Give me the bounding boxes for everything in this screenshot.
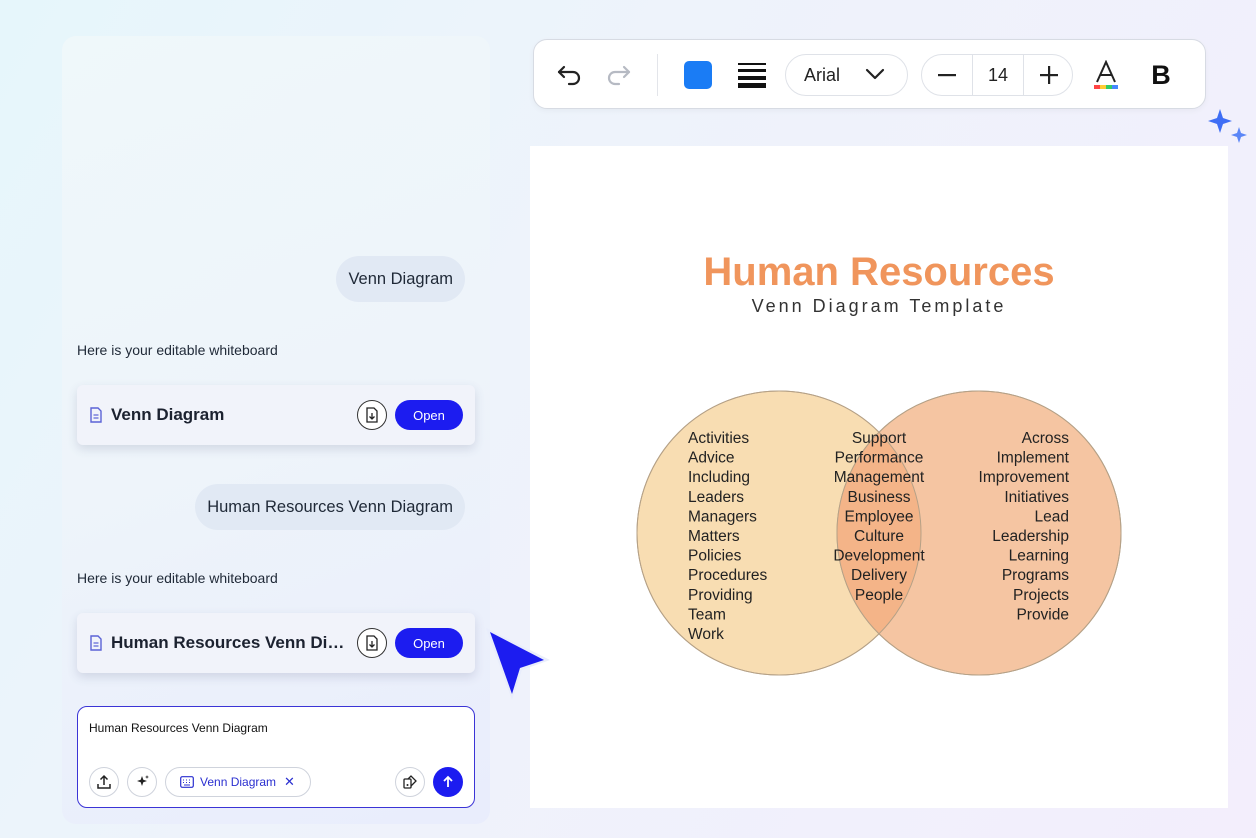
file-title: Human Resources Venn Diagram	[111, 633, 351, 652]
sparkle-icon	[137, 775, 149, 786]
file-title: Venn Diagram	[111, 405, 225, 424]
chat-panel: Venn Diagram Here is your editable white…	[62, 36, 490, 824]
venn-item: Managers	[688, 508, 757, 525]
text-color-icon	[1094, 60, 1118, 89]
file-card[interactable]: Venn Diagram Open	[77, 385, 475, 445]
venn-item: Development	[833, 548, 925, 565]
venn-diagram: Human Resources Venn Diagram Template Ac…	[636, 250, 1122, 676]
send-button[interactable]	[433, 767, 463, 797]
text-color-button[interactable]	[1091, 60, 1121, 90]
format-toolbar: Arial 14 B	[533, 39, 1206, 109]
venn-item: Including	[688, 469, 750, 486]
font-family-select[interactable]: Arial	[785, 54, 908, 96]
fill-color-button[interactable]	[684, 61, 712, 89]
venn-item: Initiatives	[1004, 489, 1069, 506]
assistant-message: Here is your editable whiteboard	[77, 342, 278, 358]
download-file-icon	[366, 635, 378, 651]
line-style-icon	[738, 63, 766, 88]
magic-button[interactable]	[127, 767, 157, 797]
chip-label: Venn Diagram	[200, 775, 277, 789]
style-button[interactable]	[395, 767, 425, 797]
document-icon	[90, 407, 102, 423]
venn-item: Programs	[1002, 567, 1069, 584]
chat-input[interactable]: Human Resources Venn Diagram Venn Diagra…	[77, 706, 475, 808]
venn-item: Advice	[688, 450, 735, 467]
increase-size-button[interactable]	[1024, 55, 1074, 95]
venn-item: Leadership	[992, 528, 1069, 545]
palette-icon	[403, 775, 417, 789]
document-icon	[90, 635, 102, 651]
user-message: Human Resources Venn Diagram	[195, 484, 465, 530]
open-button[interactable]: Open	[395, 628, 463, 658]
venn-item: People	[855, 587, 903, 604]
venn-item: Culture	[854, 528, 904, 545]
undo-button[interactable]	[556, 62, 584, 88]
minus-icon	[938, 74, 956, 77]
close-icon[interactable]: ✕	[284, 774, 295, 790]
venn-item: Leaders	[688, 489, 744, 506]
redo-icon	[607, 65, 631, 86]
upload-button[interactable]	[89, 767, 119, 797]
venn-item: Procedures	[688, 567, 768, 584]
venn-item: Lead	[1035, 508, 1069, 525]
cursor-pointer-icon	[486, 628, 550, 700]
venn-item: Provide	[1016, 606, 1069, 623]
diagram-subtitle: Venn Diagram Template	[752, 296, 1007, 316]
venn-item: Improvement	[979, 469, 1070, 486]
sparkle-decoration-icon	[1208, 109, 1247, 143]
download-file-icon	[366, 407, 378, 423]
venn-item: Implement	[997, 450, 1070, 467]
venn-item: Support	[852, 430, 907, 447]
toolbar-divider	[657, 54, 658, 96]
plus-icon	[1040, 66, 1058, 84]
venn-item: Work	[688, 626, 724, 643]
font-size-value[interactable]: 14	[972, 55, 1024, 95]
assistant-message: Here is your editable whiteboard	[77, 570, 278, 586]
diagram-title: Human Resources	[703, 250, 1054, 294]
venn-item: Team	[688, 606, 726, 623]
redo-button[interactable]	[604, 62, 632, 88]
template-chip[interactable]: Venn Diagram ✕	[165, 767, 311, 797]
user-message: Venn Diagram	[336, 256, 465, 302]
font-family-value: Arial	[804, 64, 841, 85]
venn-item: Matters	[688, 528, 740, 545]
undo-icon	[557, 65, 581, 86]
venn-item: Across	[1022, 430, 1070, 447]
bold-button[interactable]: B	[1146, 58, 1176, 92]
chat-input-text[interactable]: Human Resources Venn Diagram	[89, 721, 268, 735]
venn-item: Delivery	[851, 567, 907, 584]
venn-item: Performance	[835, 450, 924, 467]
arrow-up-icon	[443, 775, 453, 787]
download-button[interactable]	[357, 400, 387, 430]
keyboard-icon	[180, 776, 194, 788]
venn-item: Business	[848, 489, 911, 506]
download-button[interactable]	[357, 628, 387, 658]
upload-icon	[97, 774, 111, 789]
whiteboard-canvas[interactable]: Human Resources Venn Diagram Template Ac…	[530, 146, 1228, 808]
font-size-stepper: 14	[921, 54, 1073, 96]
venn-item: Management	[834, 469, 925, 486]
venn-item: Activities	[688, 430, 749, 447]
venn-item: Learning	[1009, 548, 1069, 565]
open-button[interactable]: Open	[395, 400, 463, 430]
venn-item: Providing	[688, 587, 753, 604]
venn-item: Policies	[688, 548, 742, 565]
venn-item: Employee	[845, 508, 914, 525]
venn-item: Projects	[1013, 587, 1069, 604]
chevron-down-icon	[865, 68, 885, 80]
line-style-button[interactable]	[737, 61, 767, 89]
decrease-size-button[interactable]	[922, 55, 972, 95]
file-card[interactable]: Human Resources Venn Diagram Open	[77, 613, 475, 673]
